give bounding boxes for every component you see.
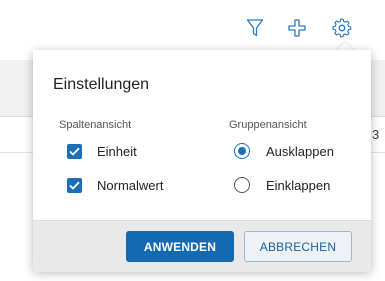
settings-icon[interactable] xyxy=(331,17,353,39)
column-view-label: Spaltenansicht xyxy=(59,119,132,131)
dialog-footer: ANWENDEN ABBRECHEN xyxy=(33,220,371,272)
table-cell: 3 xyxy=(372,127,380,142)
collapse-radio-option[interactable]: Einklappen xyxy=(234,177,330,193)
apply-button[interactable]: ANWENDEN xyxy=(126,231,234,262)
cancel-button[interactable]: ABBRECHEN xyxy=(244,231,352,262)
radio-selected-dot xyxy=(238,147,246,155)
expand-radio-option[interactable]: Ausklappen xyxy=(234,143,334,159)
collapse-label: Einklappen xyxy=(266,177,331,193)
checkmark-icon xyxy=(69,147,80,156)
unit-label: Einheit xyxy=(97,144,137,159)
dialog-title: Einstellungen xyxy=(53,76,150,93)
normal-value-checkbox-option[interactable]: Normalwert xyxy=(67,178,163,193)
unit-checkbox[interactable] xyxy=(67,144,82,159)
checkmark-icon xyxy=(69,181,80,190)
filter-icon[interactable] xyxy=(244,17,266,39)
group-view-label: Gruppenansicht xyxy=(229,119,307,131)
collapse-radio[interactable] xyxy=(234,177,250,193)
normal-value-label: Normalwert xyxy=(97,178,164,193)
expand-label: Ausklappen xyxy=(266,143,334,159)
add-icon[interactable] xyxy=(286,17,308,39)
settings-dialog: Einstellungen Spaltenansicht Gruppenansi… xyxy=(33,50,371,272)
expand-radio[interactable] xyxy=(234,143,250,159)
normal-value-checkbox[interactable] xyxy=(67,178,82,193)
unit-checkbox-option[interactable]: Einheit xyxy=(67,144,137,159)
